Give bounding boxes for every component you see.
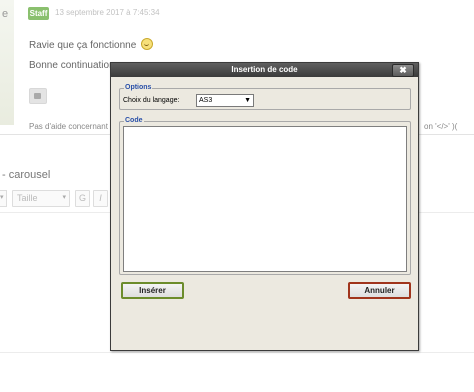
editor-toolbar: ▾ Taille ▾ G I [0, 190, 120, 208]
code-textarea[interactable] [123, 126, 407, 272]
post-text-line2: Bonne continuation : [29, 60, 121, 71]
smiley-icon [141, 38, 154, 50]
options-legend: Options [124, 83, 153, 93]
bold-button[interactable]: G [75, 190, 90, 207]
thumbs-up-icon[interactable] [29, 88, 47, 104]
close-icon: ✖ [399, 65, 407, 75]
section-title: - carousel [2, 169, 51, 181]
post-text-line1: Ravie que ça fonctionne [29, 38, 154, 51]
chevron-down-icon: ▾ [62, 194, 66, 201]
help-text: Pas d'aide concernant [29, 122, 108, 131]
cancel-button[interactable]: Annuler [348, 282, 411, 299]
code-legend: Code [124, 116, 144, 126]
options-fieldset: Options Choix du langage: AS3 ▼ [119, 83, 411, 110]
dropdown-arrow-icon: ▼ [244, 97, 251, 104]
italic-button[interactable]: I [93, 190, 108, 207]
size-select[interactable]: Taille ▾ [12, 190, 70, 207]
font-select-stub[interactable]: ▾ [0, 190, 7, 207]
language-select[interactable]: AS3 ▼ [196, 94, 254, 107]
divider [0, 352, 474, 353]
code-fieldset: Code [119, 116, 411, 275]
language-select-value: AS3 [199, 97, 213, 104]
close-button[interactable]: ✖ [392, 64, 414, 77]
code-insert-dialog: Insertion de code ✖ Options Choix du lan… [110, 62, 419, 351]
dialog-titlebar[interactable]: Insertion de code ✖ [111, 63, 418, 77]
help-text-right: on '</>' )( [424, 122, 458, 131]
chevron-down-icon: ▾ [0, 194, 4, 201]
language-label: Choix du langage: [123, 97, 180, 104]
left-avatar-strip: e [0, 0, 14, 125]
staff-badge: Staff [28, 7, 49, 20]
post-text-line1-label: Ravie que ça fonctionne [29, 40, 137, 51]
post-date: 13 septembre 2017 à 7:45:34 [55, 8, 160, 17]
left-strip-text: e [2, 8, 9, 20]
dialog-title: Insertion de code [231, 65, 298, 74]
size-select-label: Taille [17, 193, 38, 203]
insert-button[interactable]: Insérer [121, 282, 184, 299]
